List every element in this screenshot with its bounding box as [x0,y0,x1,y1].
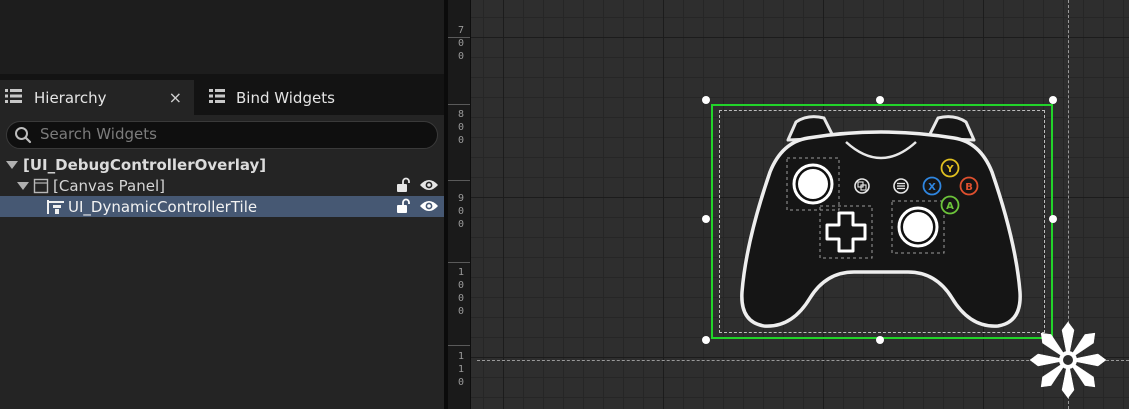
tab-bind-widgets[interactable]: Bind Widgets [200,80,370,115]
ruler-label: 1 1 0 [458,351,465,388]
tab-bind-widgets-label: Bind Widgets [236,88,335,107]
tree-row-label: [UI_DebugControllerOverlay] [23,155,267,174]
hierarchy-body: [UI_DebugControllerOverlay] [Canvas Pane… [0,115,444,409]
ruler-tick [448,345,470,346]
tree-row-dynamic-controller-tile[interactable]: UI_DynamicControllerTile [0,196,444,217]
unlock-icon[interactable] [395,198,411,218]
row-actions [395,198,439,218]
visibility-eye-icon[interactable] [419,178,439,196]
resize-handle-right[interactable] [1049,215,1057,223]
row-actions [395,177,439,197]
resize-handle-top-right[interactable] [1049,96,1057,104]
ruler-tick [448,262,470,263]
tree-row-canvas-panel[interactable]: [Canvas Panel] [0,175,444,196]
designer-canvas[interactable]: 7 0 0 8 0 0 9 0 0 1 0 0 0 1 1 0 Y B X A [448,0,1129,409]
search-box[interactable] [6,121,438,149]
close-tab-button[interactable]: × [169,88,182,107]
ruler-tick [448,180,470,181]
tab-hierarchy[interactable]: Hierarchy × [0,80,194,115]
widget-selection-box[interactable] [711,104,1053,339]
visibility-eye-icon[interactable] [419,199,439,217]
expand-arrow-icon[interactable] [17,181,29,190]
hierarchy-panel: Hierarchy × Bind Widgets Search Widgets … [0,0,444,409]
tab-strip: Hierarchy × Bind Widgets [0,74,444,115]
expand-arrow-icon[interactable] [6,160,18,169]
widget-bounds-dashed [719,110,1045,333]
resize-handle-bottom-left[interactable] [702,336,710,344]
resize-handle-top[interactable] [876,96,884,104]
search-input[interactable] [40,124,420,144]
anchor-pivot-icon[interactable] [1028,320,1108,400]
ruler-label: 8 0 0 [458,109,465,146]
empty-panel-area [0,0,444,74]
tree-row-root[interactable]: [UI_DebugControllerOverlay] [0,154,444,175]
resize-handle-top-left[interactable] [702,96,710,104]
widget-tree-icon [46,199,66,215]
bind-widgets-icon [208,88,226,108]
tab-hierarchy-label: Hierarchy [34,88,107,107]
ruler-label: 9 0 0 [458,193,465,230]
hierarchy-list-icon [4,88,24,108]
vertical-ruler: 7 0 0 8 0 0 9 0 0 1 0 0 0 1 1 0 [448,0,471,409]
tree-row-label: [Canvas Panel] [53,176,165,195]
tree-row-label: UI_DynamicControllerTile [68,197,258,216]
unlock-icon[interactable] [395,177,411,197]
resize-handle-bottom[interactable] [876,336,884,344]
resize-handle-left[interactable] [702,215,710,223]
ruler-label: 1 0 0 0 [458,267,465,317]
canvas-panel-icon [33,178,49,194]
ruler-label: 7 0 0 [458,25,465,62]
ruler-tick [448,104,470,105]
search-icon [14,126,32,148]
